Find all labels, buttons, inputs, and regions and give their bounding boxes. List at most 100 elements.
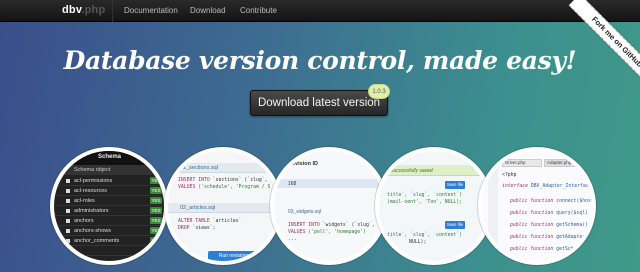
revision-row[interactable]: 168 [274, 179, 384, 188]
code-line: public function getAdapter() [510, 235, 591, 240]
code-text: <?php [502, 173, 517, 178]
status-badge: YES [150, 207, 162, 214]
schema-row[interactable]: administrators YES [54, 206, 164, 216]
code-text: title`, `slug`, `content`) [387, 193, 463, 198]
code-line: ... [288, 237, 297, 242]
save-file-button[interactable]: Save file [445, 221, 465, 229]
row-checkbox[interactable] [66, 189, 70, 193]
row-checkbox[interactable] [66, 179, 70, 183]
code-text: getAdapter() [553, 235, 591, 240]
row-label: anchors-shows [74, 228, 111, 234]
code-keyword: public function [510, 235, 554, 240]
file-header: 02_articles.sql [168, 203, 278, 213]
code-line: title`, `slug`, `content`) [387, 193, 462, 198]
row-checkbox[interactable] [66, 239, 70, 243]
code-keyword: DROP [178, 226, 190, 231]
code-keyword: public function [510, 199, 554, 204]
file-name: 03_widgets.sql [288, 209, 322, 215]
code-keyword: public function [510, 247, 554, 252]
code-text: query($sql) [553, 211, 588, 216]
alert-text: successfully saved [391, 167, 433, 174]
nav-link-download[interactable]: Download [190, 6, 226, 15]
code-text: `views`; [189, 226, 216, 231]
nav-link-contribute[interactable]: Contribute [240, 6, 277, 15]
code-text: getSchema() [553, 223, 588, 228]
file-name: 02_articles.sql [180, 205, 216, 211]
row-checkbox[interactable] [66, 229, 70, 233]
code-line: public function query($sql) [510, 211, 588, 216]
fork-me-ribbon[interactable]: Fork me on GitHub [568, 0, 640, 82]
save-file-button[interactable]: Save file [445, 181, 465, 189]
file-header: 01_sections.sql [168, 163, 278, 173]
code-text: ('poll', 'homepage') [305, 230, 366, 235]
row-checkbox[interactable] [66, 209, 70, 213]
code-keyword: INSERT INTO [288, 223, 320, 228]
schema-subheader-label: Schema object [74, 167, 111, 173]
run-revisions-button[interactable]: Run revisions [208, 251, 260, 261]
code-line: ALTER TABLE `articles` [178, 219, 242, 224]
schema-row[interactable]: acl-permissions YES [54, 176, 164, 186]
code-keyword: public function [510, 211, 554, 216]
nav-link-documentation[interactable]: Documentation [124, 6, 178, 15]
schema-row[interactable]: anchor_comments YES [54, 236, 164, 246]
code-line: <?php [502, 173, 516, 178]
row-label: anchors [74, 218, 94, 224]
screenshot-migrations: 01_sections.sql INSERT INTO `sections` (… [164, 147, 282, 265]
brand-name: dbv [62, 4, 82, 16]
status-badge: YES [150, 197, 162, 204]
screenshot-php-code: Driver.php Adapter.php <?php interface D… [478, 147, 596, 265]
row-label: administrators [74, 208, 109, 214]
code-text: ... [288, 237, 297, 242]
code-text: (mail-sent', 'Ton', NULL); [387, 200, 463, 205]
line-gutter [488, 167, 498, 261]
code-text: getSchema() [553, 247, 588, 252]
code-line: public function getSchema() [510, 223, 588, 228]
row-label: acl-roles [74, 198, 95, 204]
code-keyword: ALTER TABLE [178, 219, 210, 224]
code-line: interface DBV_Adapter_Interface [502, 184, 592, 189]
code-line: INSERT INTO `sections` (`slug`, ` [178, 178, 273, 183]
download-button[interactable]: Download latest version [250, 90, 388, 116]
code-text: NULL); [409, 240, 427, 245]
code-line: INSERT INTO `widgets` (`slug`, [288, 223, 375, 228]
code-text: connect($host [553, 199, 594, 204]
success-alert: successfully saved [379, 165, 489, 176]
code-line: DROP `views`; [178, 226, 216, 231]
nav-divider [112, 0, 113, 22]
code-keyword: INSERT INTO [178, 178, 210, 183]
github-ribbon-container: Fork me on GitHub [558, 0, 640, 82]
code-line: VALUES ('poll', 'homepage') [288, 230, 366, 235]
row-label: acl-permissions [74, 178, 113, 184]
row-checkbox[interactable] [66, 199, 70, 203]
version-badge: 1.0.3 [368, 84, 390, 99]
editor-tab[interactable]: Driver.php [502, 159, 542, 167]
code-line: (mail-sent', 'Ton', NULL); [387, 200, 462, 205]
schema-header: Schema [54, 151, 164, 165]
status-badge: YES [150, 247, 162, 254]
screenshot-saved: successfully saved Save file title`, `sl… [375, 147, 493, 265]
code-line: public function getSchema() [510, 247, 588, 252]
schema-row[interactable]: anchors-shows YES [54, 226, 164, 236]
status-badge: YES [150, 217, 162, 224]
top-navbar: dbv.php Documentation Download Contribut… [0, 0, 640, 22]
row-checkbox[interactable] [66, 219, 70, 223]
code-text: `widgets` (`slug`, [319, 223, 375, 228]
row-checkbox[interactable] [66, 249, 70, 253]
code-keyword: VALUES [288, 230, 306, 235]
schema-row[interactable]: anchors YES [54, 216, 164, 226]
brand-suffix: .php [81, 4, 106, 16]
screenshot-schema: Schema Schema object acl-permissions YES … [50, 147, 168, 265]
schema-row[interactable]: YES [54, 246, 164, 256]
code-line: title`, `slug`, `content`) [387, 233, 462, 238]
revision-id: 168 [288, 180, 297, 187]
file-name: 01_sections.sql [180, 165, 218, 171]
schema-row[interactable]: acl-resources YES [54, 186, 164, 196]
status-badge: YES [150, 177, 162, 184]
code-keyword: public function [510, 223, 554, 228]
schema-row[interactable]: acl-roles YES [54, 196, 164, 206]
code-text: ('schedule', 'Program / S [195, 185, 271, 190]
code-text: `sections` (`slug`, ` [209, 178, 274, 183]
brand-logo[interactable]: dbv.php [62, 4, 105, 16]
editor-tab[interactable]: Adapter.php [544, 159, 584, 167]
status-badge: YES [150, 187, 162, 194]
